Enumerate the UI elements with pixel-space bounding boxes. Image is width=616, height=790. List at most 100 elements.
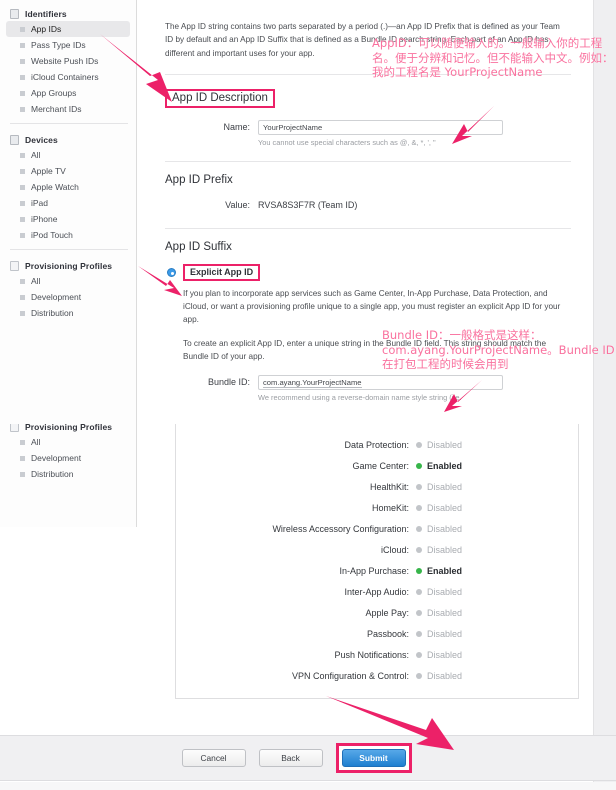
sidebar-item-label: Pass Type IDs <box>31 40 86 50</box>
bullet-icon <box>20 58 25 64</box>
sidebar-item-all[interactable]: All <box>6 434 130 450</box>
pane-app-services: IdentifiersApp IDsPass Type IDsWebsite P… <box>0 424 616 790</box>
bullet-icon <box>20 184 25 190</box>
bullet-icon <box>20 42 25 48</box>
service-state: Disabled <box>416 608 462 618</box>
sidebar-item-development[interactable]: Development <box>6 289 130 305</box>
sidebar-item-website-push-ids[interactable]: Website Push IDs <box>6 53 130 69</box>
service-name: HealthKit: <box>369 481 409 492</box>
service-state-label: Disabled <box>427 586 463 597</box>
section-title-app-id-prefix: App ID Prefix <box>165 173 233 186</box>
sidebar-group: Provisioning Profiles All Development Distr… <box>0 424 136 482</box>
sidebar-item-apple-watch[interactable]: Apple Watch <box>6 179 130 195</box>
service-name: Apple Pay: <box>365 607 409 618</box>
service-state-label: Disabled <box>427 502 463 513</box>
cancel-button[interactable]: Cancel <box>181 749 246 767</box>
name-label: Name: <box>223 121 250 132</box>
sidebar-item-label: iPhone <box>31 214 58 224</box>
service-row: Game Center: Enabled <box>176 455 578 476</box>
app-services-table: Data Protection: Disabled Game Center: Enab… <box>175 424 579 699</box>
sidebar-item-development[interactable]: Development <box>6 450 130 466</box>
app-id-suffix-section: App ID Suffix Explicit App ID If you pla… <box>137 229 593 402</box>
status-dot-disabled-icon <box>416 609 422 616</box>
sidebar-item-icloud-containers[interactable]: iCloud Containers <box>6 69 130 85</box>
bullet-icon <box>20 200 25 206</box>
sidebar-item-all[interactable]: All <box>6 273 130 289</box>
explicit-paragraph-2: To create an explicit App ID, enter a un… <box>183 338 547 361</box>
sidebar-group: Identifiers App IDs Pass Type IDs Website P… <box>0 0 136 117</box>
sidebar-separator <box>10 123 128 124</box>
bullet-icon <box>20 26 25 32</box>
bullet-icon <box>20 152 25 158</box>
device-icon <box>10 135 19 145</box>
bullet-icon <box>20 439 25 445</box>
sidebar-item-label: iPad <box>31 198 49 208</box>
sidebar-group-label: Identifiers <box>25 9 67 19</box>
sidebar-group-header: Identifiers <box>0 7 136 21</box>
status-dot-disabled-icon <box>416 588 422 595</box>
service-name: iCloud: <box>380 544 409 555</box>
sidebar-item-label: Development <box>31 453 82 463</box>
sidebar-item-app-groups[interactable]: App Groups <box>6 85 130 101</box>
bullet-icon <box>20 310 25 316</box>
submit-button[interactable]: Submit <box>341 749 406 767</box>
service-state-label: Disabled <box>427 523 463 534</box>
service-state-label: Disabled <box>427 607 463 618</box>
sidebar-group-label: Devices <box>25 135 58 145</box>
service-state: Disabled <box>416 440 462 450</box>
bullet-icon <box>20 232 25 238</box>
back-button[interactable]: Back <box>258 749 323 767</box>
service-row: Push Notifications: Disabled <box>176 644 578 665</box>
service-state: Disabled <box>416 524 462 534</box>
service-state-label: Disabled <box>427 649 463 660</box>
service-state: Disabled <box>416 503 462 513</box>
service-row: HomeKit: Disabled <box>176 497 578 518</box>
service-row: HealthKit: Disabled <box>176 476 578 497</box>
service-state: Disabled <box>416 650 462 660</box>
sidebar[interactable]: IdentifiersApp IDsPass Type IDsWebsite P… <box>0 424 137 527</box>
service-state: Enabled <box>416 566 462 576</box>
service-state-label: Disabled <box>427 628 463 639</box>
sidebar-item-app-ids[interactable]: App IDs <box>6 21 130 37</box>
sidebar-item-distribution[interactable]: Distribution <box>6 305 130 321</box>
sidebar-group-header: Devices <box>0 133 136 147</box>
sidebar-item-ipod-touch[interactable]: iPod Touch <box>6 227 130 243</box>
sidebar-item-apple-tv[interactable]: Apple TV <box>6 163 130 179</box>
section-title-app-id-description: App ID Description <box>165 88 275 108</box>
bullet-icon <box>20 471 25 477</box>
bundle-id-input[interactable]: com.ayang.YourProjectName <box>258 375 503 391</box>
sidebar-item-label: Distribution <box>31 308 74 318</box>
bullet-icon <box>20 106 25 112</box>
explicit-app-id-option[interactable]: Explicit App ID <box>137 253 593 281</box>
bullet-icon <box>20 455 25 461</box>
sidebar-item-all[interactable]: All <box>6 147 130 163</box>
sidebar-item-distribution[interactable]: Distribution <box>6 466 130 482</box>
status-dot-enabled-icon <box>416 462 422 469</box>
service-name: In-App Purchase: <box>339 565 409 576</box>
sidebar-item-iphone[interactable]: iPhone <box>6 211 130 227</box>
sidebar-item-label: Merchant IDs <box>31 104 82 114</box>
name-hint: You cannot use special characters such a… <box>258 137 436 147</box>
service-row: Wireless Accessory Configuration: Disable… <box>176 518 578 539</box>
radio-selected-icon[interactable] <box>167 267 176 277</box>
form-footer: Cancel Back Submit <box>0 735 616 781</box>
document-icon <box>10 261 19 271</box>
name-input[interactable]: YourProjectName <box>258 119 503 135</box>
sidebar-item-pass-type-ids[interactable]: Pass Type IDs <box>6 37 130 53</box>
bundle-id-field-row: Bundle ID: com.ayang.YourProjectName <box>137 363 593 391</box>
intro-paragraph: The App ID string contains two parts sep… <box>165 22 560 58</box>
service-state: Disabled <box>416 587 462 597</box>
sidebar-item-ipad[interactable]: iPad <box>6 195 130 211</box>
sidebar-item-merchant-ids[interactable]: Merchant IDs <box>6 101 130 117</box>
form-body: The App ID string contains two parts sep… <box>137 0 593 424</box>
sidebar-item-label: All <box>31 437 41 447</box>
service-state: Disabled <box>416 545 462 555</box>
bullet-icon <box>20 90 25 96</box>
sidebar-group-header: Provisioning Profiles <box>0 424 136 434</box>
service-row: iCloud: Disabled <box>176 539 578 560</box>
service-state: Disabled <box>416 629 462 639</box>
bullet-icon <box>20 216 25 222</box>
document-icon <box>10 424 19 432</box>
sidebar-item-label: All <box>31 276 41 286</box>
sidebar[interactable]: Identifiers App IDs Pass Type IDs Website P… <box>0 0 137 424</box>
